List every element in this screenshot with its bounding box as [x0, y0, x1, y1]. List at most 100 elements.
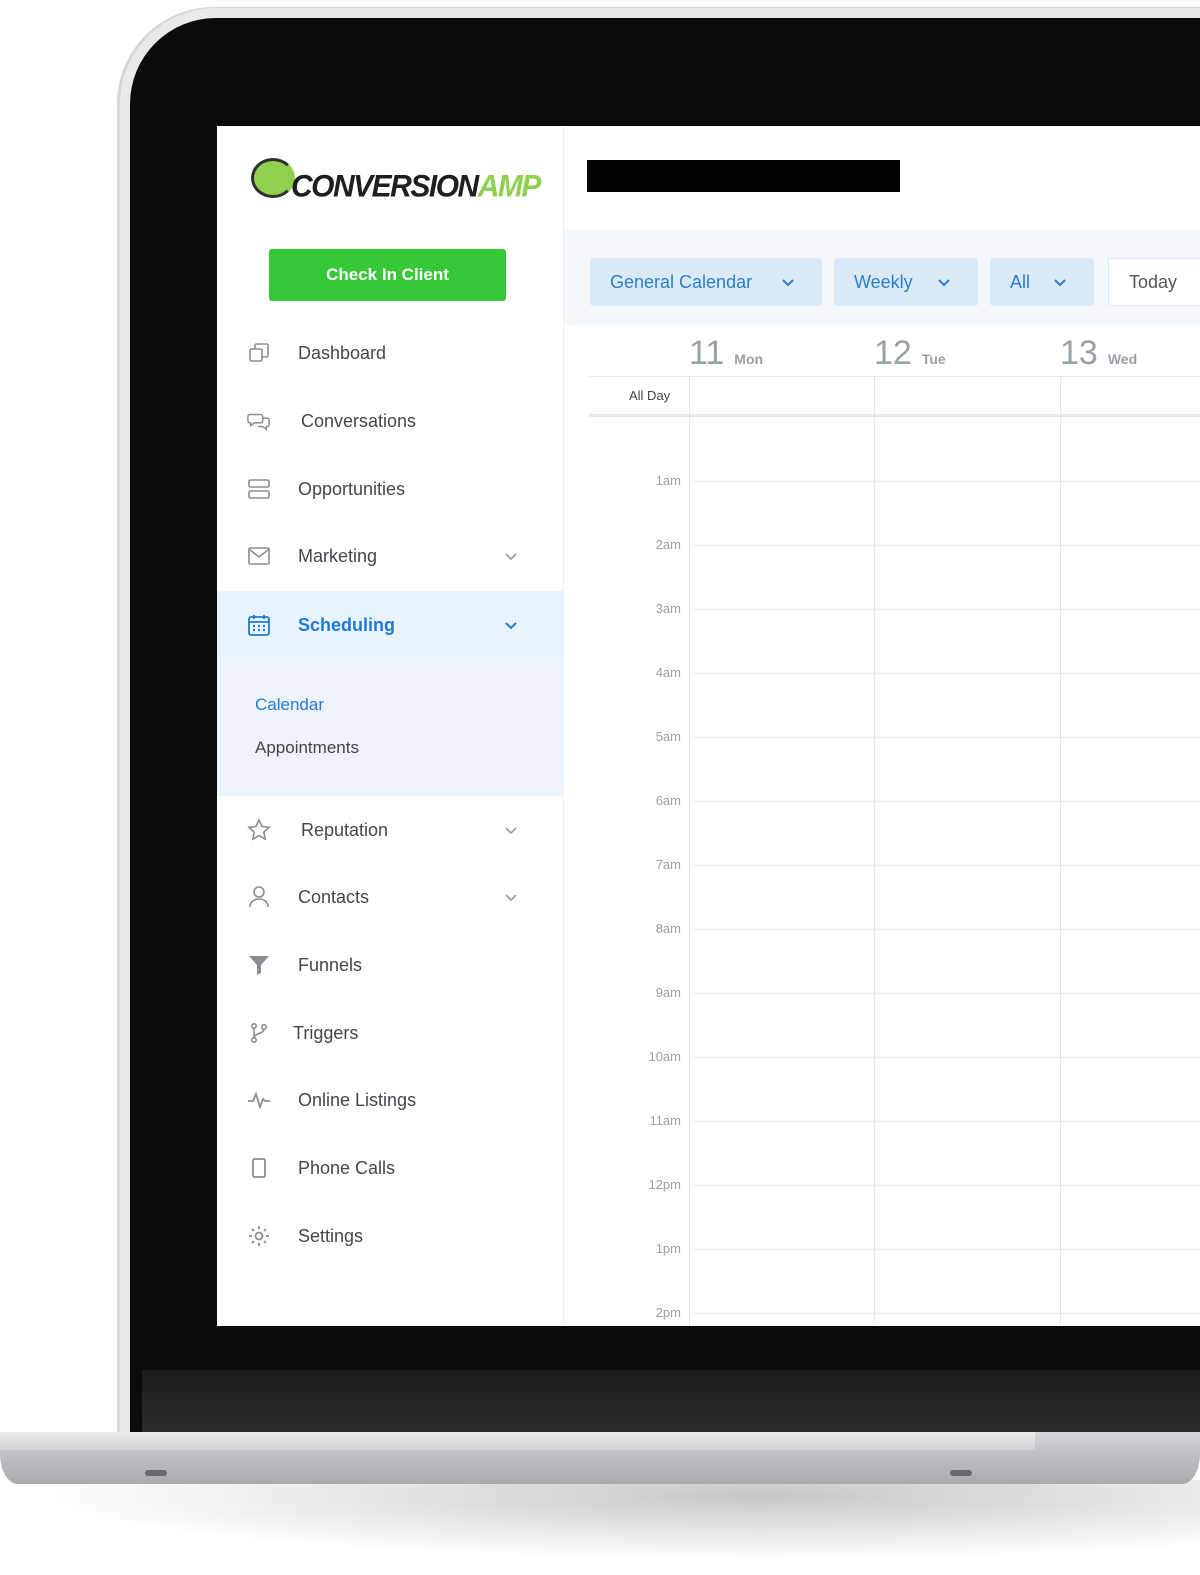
hour-label: 1pm	[655, 1241, 681, 1256]
day-name: Wed	[1107, 351, 1138, 367]
calendar-select[interactable]: General Calendar	[590, 258, 822, 306]
submenu-item-appointments[interactable]: Appointments	[255, 738, 359, 758]
day-header-wed[interactable]: 13 Wed	[1060, 334, 1137, 376]
chevron-down-icon[interactable]	[503, 548, 519, 564]
sidebar-item-label: Funnels	[298, 954, 363, 975]
pulse-icon	[247, 1088, 271, 1112]
day-number: 13	[1060, 334, 1098, 372]
hour-label: 10am	[648, 1049, 681, 1064]
logo-accent-text: AMP	[477, 169, 542, 204]
sidebar-item-scheduling[interactable]: Scheduling	[217, 591, 563, 659]
check-in-client-button[interactable]: Check In Client	[269, 249, 506, 301]
sidebar-item-label: Scheduling	[298, 614, 396, 635]
user-icon	[247, 885, 271, 909]
star-icon	[247, 818, 271, 842]
view-select[interactable]: Weekly	[834, 258, 978, 306]
funnel-icon	[247, 953, 271, 977]
filter-select-label: All	[1010, 271, 1031, 292]
hour-label: 9am	[655, 985, 681, 1000]
redacted-block	[587, 160, 900, 192]
branch-icon	[247, 1021, 271, 1045]
sidebar-item-dashboard[interactable]: Dashboard	[217, 323, 563, 383]
sidebar-item-label: Triggers	[293, 1022, 359, 1043]
top-bar	[564, 126, 1200, 230]
phone-icon	[247, 1156, 271, 1180]
hour-slot[interactable]	[689, 1249, 1200, 1250]
sidebar-item-label: Conversations	[301, 410, 417, 431]
hour-slot[interactable]	[689, 737, 1200, 738]
calendar-icon	[247, 613, 271, 637]
hour-label: 7am	[655, 857, 681, 872]
sidebar-item-label: Contacts	[298, 886, 370, 907]
sidebar-item-funnels[interactable]: Funnels	[217, 935, 563, 995]
brand-logo[interactable]: CONVERSIONAMP	[251, 158, 541, 208]
sidebar-item-reputation[interactable]: Reputation	[217, 800, 563, 860]
sidebar-item-label: Marketing	[298, 545, 378, 566]
sidebar-item-marketing[interactable]: Marketing	[217, 526, 563, 586]
laptop-foot	[950, 1470, 972, 1476]
hour-slot[interactable]	[689, 801, 1200, 802]
hour-slot[interactable]	[689, 929, 1200, 930]
chevron-down-icon	[780, 274, 796, 290]
day-number: 12	[874, 334, 912, 372]
sidebar-item-label: Phone Calls	[298, 1157, 396, 1178]
sidebar-item-conversations[interactable]: Conversations	[217, 391, 563, 451]
chevron-down-icon	[1052, 274, 1068, 290]
today-button[interactable]: Today	[1108, 258, 1200, 306]
hour-slot[interactable]	[689, 609, 1200, 610]
hour-slot[interactable]	[689, 1185, 1200, 1186]
chevron-down-icon[interactable]	[503, 822, 519, 838]
grid-line	[589, 414, 1200, 417]
laptop-shadow	[40, 1480, 1200, 1560]
logo-text: CONVERSIONAMP	[291, 169, 542, 205]
all-day-label: All Day	[629, 388, 671, 403]
copy-icon	[247, 341, 271, 365]
app-screen: CONVERSIONAMP Check In Client Dashboard …	[217, 126, 1200, 1326]
chevron-down-icon[interactable]	[503, 889, 519, 905]
day-number: 11	[689, 334, 725, 372]
hour-label: 4am	[655, 665, 681, 680]
sidebar-item-triggers[interactable]: Triggers	[217, 1003, 563, 1063]
sidebar-item-settings[interactable]: Settings	[217, 1206, 563, 1266]
chevron-down-icon[interactable]	[503, 617, 519, 633]
hour-slot[interactable]	[689, 1121, 1200, 1122]
hour-label: 3am	[655, 601, 681, 616]
hour-label: 1am	[655, 473, 681, 488]
hour-label: 2pm	[655, 1305, 681, 1320]
hour-slot[interactable]	[689, 481, 1200, 482]
sidebar-item-label: Reputation	[301, 819, 389, 840]
hour-slot[interactable]	[689, 1313, 1200, 1314]
sidebar: CONVERSIONAMP Check In Client Dashboard …	[217, 126, 564, 1326]
day-name: Mon	[734, 351, 764, 367]
laptop-foot	[145, 1470, 167, 1476]
hour-label: 11am	[649, 1113, 681, 1128]
hour-label: 12pm	[648, 1177, 681, 1192]
hour-slot[interactable]	[689, 545, 1200, 546]
sidebar-item-online-listings[interactable]: Online Listings	[217, 1070, 563, 1130]
sidebar-item-contacts[interactable]: Contacts	[217, 867, 563, 927]
calendar-toolbar: General Calendar Weekly All Today	[564, 230, 1200, 326]
logo-main-text: CONVERSION	[291, 169, 479, 204]
hour-label: 5am	[655, 729, 681, 744]
filter-select[interactable]: All	[990, 258, 1094, 306]
grid-line	[689, 376, 690, 1326]
hour-slot[interactable]	[689, 673, 1200, 674]
hour-slot[interactable]	[689, 1057, 1200, 1058]
hour-label: 2am	[655, 537, 681, 552]
gear-icon	[247, 1224, 271, 1248]
hour-slot[interactable]	[689, 865, 1200, 866]
sidebar-item-label: Dashboard	[298, 342, 387, 363]
sidebar-item-opportunities[interactable]: Opportunities	[217, 459, 563, 519]
day-header-tue[interactable]: 12 Tue	[874, 334, 946, 376]
week-calendar: 11 Mon 12 Tue 13 Wed All Day 1am 2am 3am 4a…	[589, 326, 1200, 1326]
sidebar-item-label: Opportunities	[298, 478, 406, 499]
submenu-item-calendar[interactable]: Calendar	[255, 695, 324, 715]
day-header-mon[interactable]: 11 Mon	[689, 334, 763, 376]
scheduling-submenu: Calendar Appointments	[217, 658, 563, 796]
sidebar-item-phone-calls[interactable]: Phone Calls	[217, 1138, 563, 1198]
laptop-bezel-chin	[142, 1370, 1200, 1432]
logo-bubble-icon	[251, 158, 295, 198]
grid-line	[1060, 376, 1061, 1326]
sidebar-item-label: Settings	[298, 1225, 364, 1246]
hour-slot[interactable]	[689, 993, 1200, 994]
